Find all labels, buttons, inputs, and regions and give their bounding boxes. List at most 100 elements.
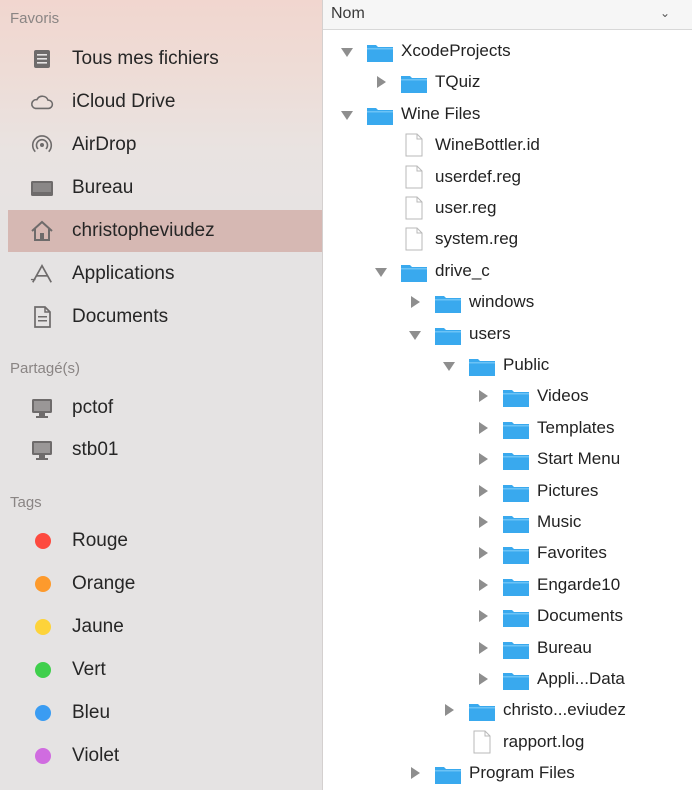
sidebar-item-bureau[interactable]: Bureau (8, 167, 322, 209)
list-item[interactable]: Start Menu (323, 444, 692, 476)
disclosure-expanded-icon[interactable] (375, 267, 387, 277)
disclosure-expanded-icon[interactable] (409, 330, 421, 340)
folder-icon (503, 639, 529, 659)
row-name: Program Files (469, 763, 575, 783)
row-name: XcodeProjects (401, 41, 511, 60)
sidebar-item-label: Vert (72, 659, 106, 680)
column-header-name[interactable]: Nom ⌄ (323, 0, 692, 30)
sidebar-item-vert[interactable]: Vert (8, 649, 322, 691)
sidebar-item-violet[interactable]: Violet (8, 735, 322, 777)
list-item[interactable]: christo...eviudez (323, 695, 692, 727)
list-item[interactable]: userdef.reg (323, 162, 692, 194)
list-item[interactable]: Public (323, 350, 692, 382)
row-name: rapport.log (503, 731, 585, 751)
sidebar-item-label: AirDrop (72, 134, 137, 155)
tag-color-dot-icon (35, 533, 51, 549)
list-item[interactable]: system.reg (323, 224, 692, 256)
list-item[interactable]: drive_c (323, 256, 692, 288)
row-name: Engarde10 (537, 574, 621, 594)
disclosure-expanded-icon[interactable] (341, 48, 353, 57)
disclosure-collapsed-icon[interactable] (479, 641, 488, 654)
disclosure-collapsed-icon[interactable] (479, 610, 488, 623)
sidebar-item-label: Bleu (72, 702, 111, 723)
folder-icon (435, 293, 461, 314)
applications-icon (30, 262, 54, 286)
sidebar-item-documents[interactable]: Documents (8, 296, 322, 338)
list-item[interactable]: Documents (323, 601, 692, 633)
list-item[interactable]: users (323, 319, 692, 351)
airdrop-icon (30, 133, 54, 157)
folder-icon (503, 670, 529, 690)
disclosure-collapsed-icon[interactable] (445, 704, 454, 717)
sidebar-item-label: stb01 (72, 439, 119, 460)
folder-icon (503, 482, 529, 502)
chevron-down-icon[interactable]: ⌄ (660, 6, 670, 20)
list-item[interactable]: Appli...Data (323, 664, 692, 696)
disclosure-collapsed-icon[interactable] (479, 673, 488, 685)
section-header-shared: Partagé(s) (10, 360, 81, 377)
list-item[interactable]: rapport.log (323, 727, 692, 759)
document-icon (405, 133, 423, 157)
list-item[interactable]: Wine Files (323, 99, 692, 131)
folder-icon (503, 576, 529, 596)
disclosure-collapsed-icon[interactable] (479, 453, 488, 466)
disclosure-collapsed-icon[interactable] (479, 390, 488, 403)
list-item[interactable]: Favorites (323, 538, 692, 570)
disclosure-expanded-icon[interactable] (341, 110, 353, 120)
list-item[interactable]: Music (323, 507, 692, 539)
list-item[interactable]: Engarde10 (323, 570, 692, 602)
sidebar-item-label: Applications (72, 263, 175, 284)
computer-icon (30, 438, 54, 462)
column-header-label: Nom (331, 5, 365, 22)
list-item[interactable]: Pictures (323, 476, 692, 508)
sidebar-item-jaune[interactable]: Jaune (8, 606, 322, 648)
desktop-icon (30, 176, 54, 200)
sidebar-item-applications[interactable]: Applications (8, 253, 322, 295)
sidebar-item-bleu[interactable]: Bleu (8, 692, 322, 734)
sidebar-item-pctof[interactable]: pctof (8, 387, 322, 429)
sidebar-item-label: Rouge (72, 530, 128, 551)
list-item[interactable]: Bureau (323, 633, 692, 665)
disclosure-collapsed-icon[interactable] (479, 578, 488, 591)
row-name: Templates (537, 417, 615, 437)
disclosure-collapsed-icon[interactable] (411, 767, 420, 780)
row-name: WineBottler.id (435, 135, 540, 155)
disclosure-collapsed-icon[interactable] (479, 547, 488, 560)
list-item[interactable]: Program Files (323, 758, 692, 790)
section-header-tags: Tags (10, 494, 42, 511)
sidebar-item-tous-mes-fichiers[interactable]: Tous mes fichiers (8, 38, 322, 80)
list-item[interactable]: XcodeProjects (323, 36, 692, 68)
tag-color-dot-icon (35, 705, 51, 721)
tag-color-dot-icon (35, 662, 51, 678)
list-item[interactable]: Videos (323, 381, 692, 413)
sidebar-item-christopheviudez[interactable]: christopheviudez (8, 210, 322, 252)
document-icon (405, 196, 423, 220)
sidebar-item-airdrop[interactable]: AirDrop (8, 124, 322, 166)
row-name: Public (503, 355, 550, 374)
sidebar-item-label: pctof (72, 397, 114, 418)
folder-icon (367, 105, 393, 125)
list-item[interactable]: user.reg (323, 193, 692, 225)
row-name: system.reg (435, 229, 519, 249)
list-item[interactable]: windows (323, 287, 692, 319)
folder-icon (367, 42, 393, 62)
disclosure-collapsed-icon[interactable] (479, 421, 488, 434)
document-icon (405, 227, 423, 251)
sidebar-item-label: Violet (72, 745, 120, 766)
list-item[interactable]: WineBottler.id (323, 130, 692, 162)
list-item[interactable]: TQuiz (323, 67, 692, 99)
disclosure-expanded-icon[interactable] (443, 362, 455, 371)
disclosure-collapsed-icon[interactable] (377, 76, 386, 89)
sidebar-item-stb01[interactable]: stb01 (8, 429, 322, 471)
row-name: windows (469, 292, 535, 312)
sidebar-item-rouge[interactable]: Rouge (8, 520, 322, 562)
disclosure-collapsed-icon[interactable] (479, 484, 488, 497)
sidebar-item-orange[interactable]: Orange (8, 563, 322, 605)
document-icon (473, 730, 491, 754)
sidebar-item-icloud-drive[interactable]: iCloud Drive (8, 81, 322, 123)
list-item[interactable]: Templates (323, 413, 692, 445)
disclosure-collapsed-icon[interactable] (411, 296, 420, 309)
row-name: Appli...Data (537, 669, 625, 688)
sidebar: Favoris Tous mes fichiers iCloud Drive Air… (0, 0, 323, 790)
disclosure-collapsed-icon[interactable] (479, 516, 488, 528)
